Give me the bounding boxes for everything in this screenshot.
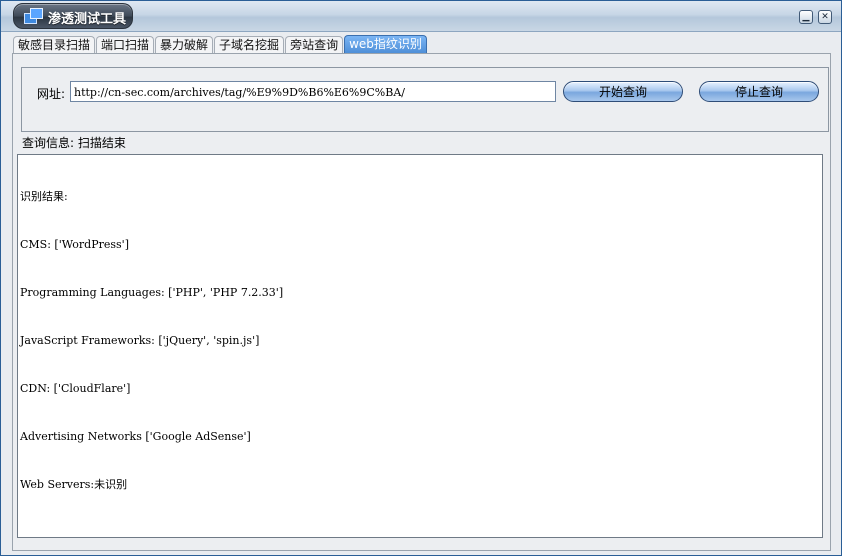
result-textarea[interactable]: 识别结果: CMS: ['WordPress'] Programming Lan… (17, 154, 823, 538)
result-line: CDN: ['CloudFlare'] (20, 382, 131, 395)
tab-subdomain-mining[interactable]: 子域名挖掘 (214, 36, 285, 53)
result-line: Web Servers:未识别 (20, 478, 128, 491)
tab-port-scan[interactable]: 端口扫描 (96, 36, 155, 53)
query-group-box: 网址: http://cn-sec.com/archives/tag/%E9%9… (21, 67, 829, 132)
app-window-icon (24, 8, 43, 24)
url-label: 网址: (37, 87, 66, 101)
result-line: CMS: ['WordPress'] (20, 238, 129, 251)
tab-panel-web-fingerprint: 网址: http://cn-sec.com/archives/tag/%E9%9… (12, 53, 831, 551)
status-text: 查询信息: 扫描结束 (22, 136, 126, 150)
result-line: JavaScript Frameworks: ['jQuery', 'spin.… (20, 334, 260, 347)
result-line: 识别结果: (20, 190, 68, 203)
start-query-button[interactable]: 开始查询 (563, 81, 683, 102)
tab-sensitive-dir-scan[interactable]: 敏感目录扫描 (13, 36, 96, 53)
result-line: Programming Languages: ['PHP', 'PHP 7.2.… (20, 286, 284, 299)
tab-strip: 敏感目录扫描 端口扫描 暴力破解 子域名挖掘 旁站查询 web指纹识别 (13, 35, 428, 53)
title-bar[interactable]: 渗透测试工具 ▁ ✕ (1, 1, 841, 32)
minimize-icon[interactable]: ▁ (799, 10, 813, 24)
result-line: Advertising Networks ['Google AdSense'] (20, 430, 251, 443)
tab-brute-force[interactable]: 暴力破解 (155, 36, 214, 53)
close-icon[interactable]: ✕ (818, 10, 832, 24)
url-input[interactable]: http://cn-sec.com/archives/tag/%E9%9D%B6… (70, 81, 556, 102)
tab-web-fingerprint[interactable]: web指纹识别 (344, 35, 427, 53)
window-title: 渗透测试工具 (48, 12, 127, 27)
tab-side-site-query[interactable]: 旁站查询 (285, 36, 344, 53)
stop-query-button[interactable]: 停止查询 (699, 81, 819, 102)
title-pill: 渗透测试工具 (13, 3, 133, 29)
app-window: 渗透测试工具 ▁ ✕ 敏感目录扫描 端口扫描 暴力破解 子域名挖掘 旁站查询 w… (0, 0, 842, 556)
